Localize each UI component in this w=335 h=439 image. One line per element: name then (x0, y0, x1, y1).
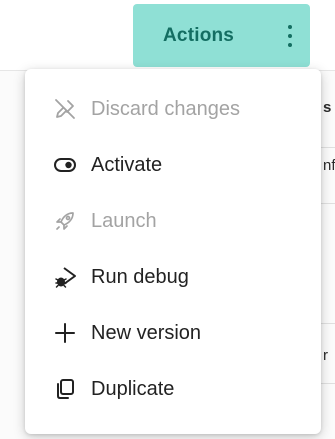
discard-icon (53, 97, 77, 121)
menu-item-run-debug[interactable]: Run debug (25, 249, 321, 305)
kebab-menu-icon (288, 24, 292, 47)
toggle-icon (53, 153, 77, 177)
actions-dropdown-menu: Discard changes Activate Launch Run debu… (25, 69, 321, 434)
rocket-icon (53, 209, 77, 233)
duplicate-icon (53, 377, 77, 401)
page: s nf r Actions Discard changes Activate … (0, 0, 335, 439)
menu-item-label: Run debug (91, 265, 189, 288)
background-text-fragment: nf (323, 157, 335, 174)
background-text-fragment: s (323, 99, 332, 116)
menu-item-discard-changes[interactable]: Discard changes (25, 81, 321, 137)
menu-item-activate[interactable]: Activate (25, 137, 321, 193)
bug-play-icon (53, 265, 77, 289)
menu-item-label: Discard changes (91, 97, 240, 120)
menu-item-new-version[interactable]: New version (25, 305, 321, 361)
menu-item-label: Launch (91, 209, 157, 232)
menu-item-label: Activate (91, 153, 163, 176)
menu-item-label: Duplicate (91, 377, 175, 400)
plus-icon (53, 321, 77, 345)
actions-button[interactable]: Actions (133, 4, 310, 67)
actions-button-label: Actions (163, 24, 235, 46)
background-text-fragment: r (323, 347, 328, 364)
menu-item-duplicate[interactable]: Duplicate (25, 361, 321, 417)
menu-item-launch[interactable]: Launch (25, 193, 321, 249)
menu-item-label: New version (91, 321, 202, 344)
